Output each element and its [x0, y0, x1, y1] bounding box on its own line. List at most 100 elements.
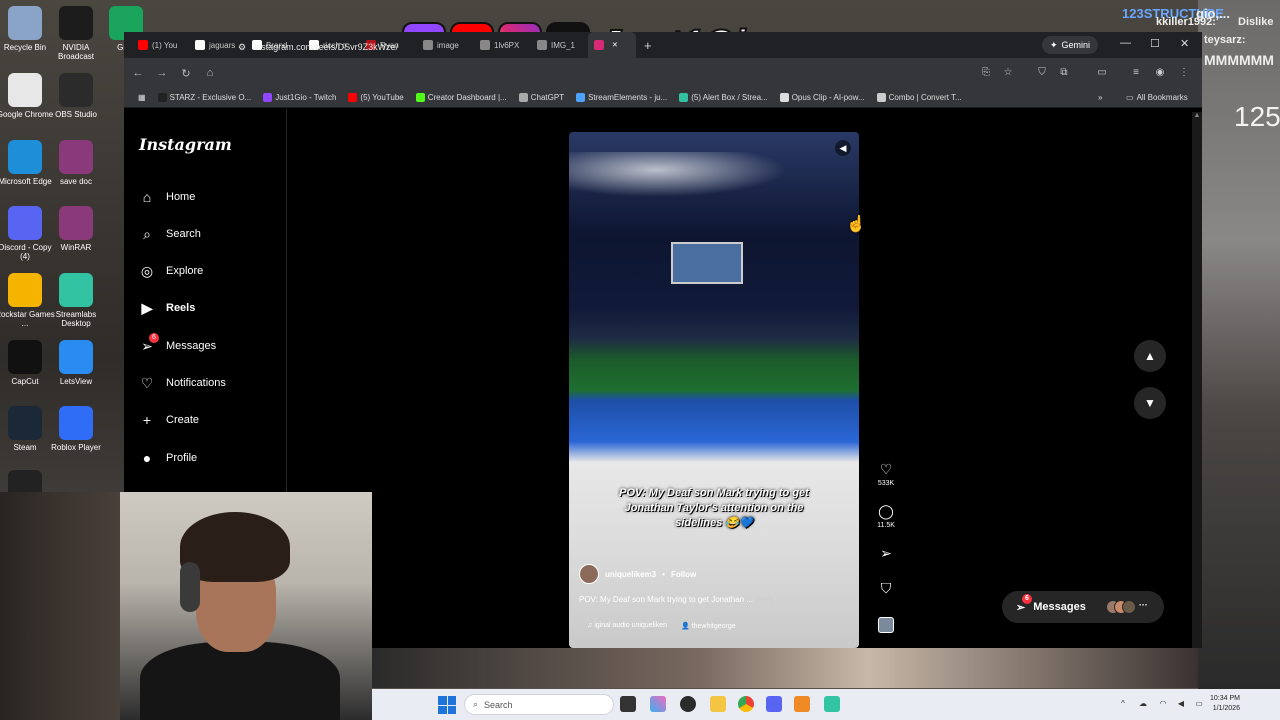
follow-button[interactable]: Follow — [671, 570, 696, 579]
sidebar-item-explore[interactable]: ◎ Explore — [138, 262, 203, 280]
desktop-icon[interactable]: Streamlabs Desktop — [46, 273, 106, 328]
author-username[interactable]: uniquelikem3 — [605, 570, 656, 579]
page-scrollbar[interactable]: ▲ — [1192, 112, 1202, 648]
like-button[interactable]: ♡ 533K — [876, 461, 896, 487]
scroll-up-icon[interactable]: ▲ — [1192, 112, 1202, 119]
all-bookmarks-button[interactable]: ▭ All Bookmarks — [1120, 93, 1194, 102]
file-explorer-icon[interactable] — [710, 696, 726, 712]
battery-icon[interactable]: ▭ — [1194, 699, 1204, 709]
edge-icon — [8, 140, 42, 174]
messages-pill[interactable]: ➢ 6 Messages ··· — [1002, 591, 1164, 623]
sidebar-item-profile[interactable]: ● Profile — [138, 449, 197, 467]
reel-audio-row: ♫ iginal audio uniqueliken 👤 thewhitgeor… — [587, 622, 736, 630]
minimize-button[interactable]: — — [1120, 37, 1131, 49]
browser-tab[interactable]: (1) You — [132, 32, 189, 58]
chevron-up-icon: ▲ — [1144, 349, 1156, 363]
maximize-button[interactable]: ☐ — [1150, 37, 1160, 50]
app-taskbar-icon[interactable] — [794, 696, 810, 712]
apps-icon[interactable]: ▦ — [132, 93, 152, 102]
bookmark-label: ChatGPT — [530, 93, 565, 102]
discord-taskbar-icon[interactable] — [766, 696, 782, 712]
bookmark-item[interactable]: (5) YouTube — [342, 93, 409, 102]
tray-app-icon[interactable]: ☁ — [1138, 699, 1148, 709]
chrome-taskbar-icon[interactable] — [738, 696, 754, 712]
sidebar-item-home[interactable]: ⌂ Home — [138, 188, 196, 206]
bookmark-item[interactable]: Just1Gio - Twitch — [257, 93, 342, 102]
bookmark-label: Opus Clip - AI-pow... — [791, 93, 865, 102]
wifi-icon[interactable]: ◠ — [1158, 699, 1168, 709]
obs-taskbar-icon[interactable] — [680, 696, 696, 712]
comment-button[interactable]: ◯ 11.5K — [876, 503, 896, 529]
message-avatars: ··· — [1105, 600, 1148, 614]
task-view-icon[interactable] — [620, 696, 636, 712]
share-button[interactable]: ➢ — [876, 545, 896, 562]
desktop-icon[interactable]: Roblox Player — [46, 406, 106, 452]
tagged-link[interactable]: 👤 thewhitgeorge — [681, 622, 736, 630]
youtube-icon — [348, 93, 358, 102]
instagram-logo[interactable]: Instagram — [139, 135, 232, 154]
bookmark-item[interactable]: STARZ - Exclusive O... — [152, 93, 258, 102]
desktop-icon[interactable]: LetsView — [46, 340, 106, 386]
volume-icon[interactable]: ◀ — [1176, 699, 1186, 709]
save-button[interactable]: ⛉ — [876, 580, 896, 597]
profile-avatar-icon[interactable]: ◉ — [1154, 67, 1166, 79]
forward-button[interactable]: → — [150, 67, 174, 79]
desktop-icon[interactable]: OBS Studio — [46, 73, 106, 119]
sidebar-icon[interactable]: ▭ — [1096, 67, 1108, 79]
bookmark-item[interactable]: Opus Clip - AI-pow... — [774, 93, 871, 102]
bookmark-label: STARZ - Exclusive O... — [169, 93, 252, 102]
menu-icon[interactable]: ⋮ — [1178, 67, 1190, 79]
home-button[interactable]: ⌂ — [198, 67, 222, 79]
close-button[interactable]: ✕ — [1180, 37, 1189, 50]
capcut-icon — [8, 340, 42, 374]
desktop-icon[interactable]: WinRAR — [46, 206, 106, 252]
copilot-icon[interactable] — [650, 696, 666, 712]
sidebar-item-search[interactable]: ⌕ Search — [138, 225, 201, 243]
site-info-icon[interactable]: ⚙ — [238, 42, 246, 53]
extension-shield-icon[interactable]: ⛉ — [1036, 67, 1048, 79]
reload-button[interactable]: ↻ — [174, 67, 198, 80]
messages-icon: ➢ 6 — [138, 333, 159, 355]
bookmark-item[interactable]: Combo | Convert T... — [871, 93, 968, 102]
tray-chevron-icon[interactable]: ^ — [1118, 699, 1128, 709]
sidebar-item-notifications[interactable]: ♡ Notifications — [138, 374, 226, 392]
taskbar-search[interactable]: ⌕ Search — [464, 694, 614, 715]
comment-icon: ◯ — [878, 503, 894, 519]
sidebar-item-create[interactable]: + Create — [138, 411, 199, 429]
more-link[interactable]: more — [755, 595, 773, 604]
like-count: 533K — [877, 480, 895, 487]
install-icon[interactable]: ⎘ — [980, 67, 992, 79]
search-icon: ⌕ — [143, 225, 151, 242]
extensions-icon[interactable]: ⧉ — [1058, 67, 1070, 79]
next-reel-button[interactable]: ▼ — [1134, 387, 1166, 419]
more-bookmarks-icon[interactable]: » — [1092, 93, 1108, 102]
bookmark-item[interactable]: Creator Dashboard |... — [410, 93, 513, 102]
bookmark-star-icon[interactable]: ☆ — [1002, 67, 1014, 79]
clock[interactable]: 10:34 PM 1/1/2026 — [1210, 694, 1240, 714]
url-field[interactable]: ⚙ instagram.com/reels/DSvr9Z3kWze/ — [230, 38, 970, 56]
bookmarks-bar: ▦ STARZ - Exclusive O... Just1Gio - Twitc… — [124, 88, 1202, 108]
desktop-icon-label: save doc — [59, 177, 93, 186]
author-avatar[interactable] — [579, 564, 599, 584]
streamlabs-taskbar-icon[interactable] — [824, 696, 840, 712]
chat-user-6: MMMMMM — [1204, 52, 1274, 68]
bookmark-item[interactable]: StreamElements - ju... — [570, 93, 673, 102]
bookmark-item[interactable]: (5) Alert Box / Strea... — [673, 93, 773, 102]
bookmark-item[interactable]: ChatGPT — [513, 93, 570, 102]
roblox-icon — [59, 406, 93, 440]
sidebar-item-label: Create — [166, 414, 200, 426]
sidebar-item-messages[interactable]: ➢ 6 Messages — [138, 333, 216, 355]
previous-reel-button[interactable]: ▲ — [1134, 340, 1166, 372]
reel-video[interactable]: ◀ POV: My Deaf son Mark trying to get Jo… — [569, 132, 859, 648]
sidebar-item-reels[interactable]: ▶ Reels — [138, 299, 196, 317]
streamlabs-icon — [679, 93, 689, 102]
audio-thumbnail[interactable] — [878, 617, 894, 633]
gemini-button[interactable]: ✦ Gemini — [1042, 36, 1099, 54]
desktop-icon[interactable]: save doc — [46, 140, 106, 186]
back-button[interactable]: ← — [126, 67, 150, 79]
media-icon[interactable]: ≡ — [1130, 67, 1142, 79]
sound-icon[interactable]: ◀ — [835, 140, 851, 156]
audio-link[interactable]: ♫ iginal audio uniqueliken — [587, 622, 667, 630]
windows-start-icon[interactable] — [438, 696, 456, 714]
gemini-label: Gemini — [1061, 40, 1091, 50]
